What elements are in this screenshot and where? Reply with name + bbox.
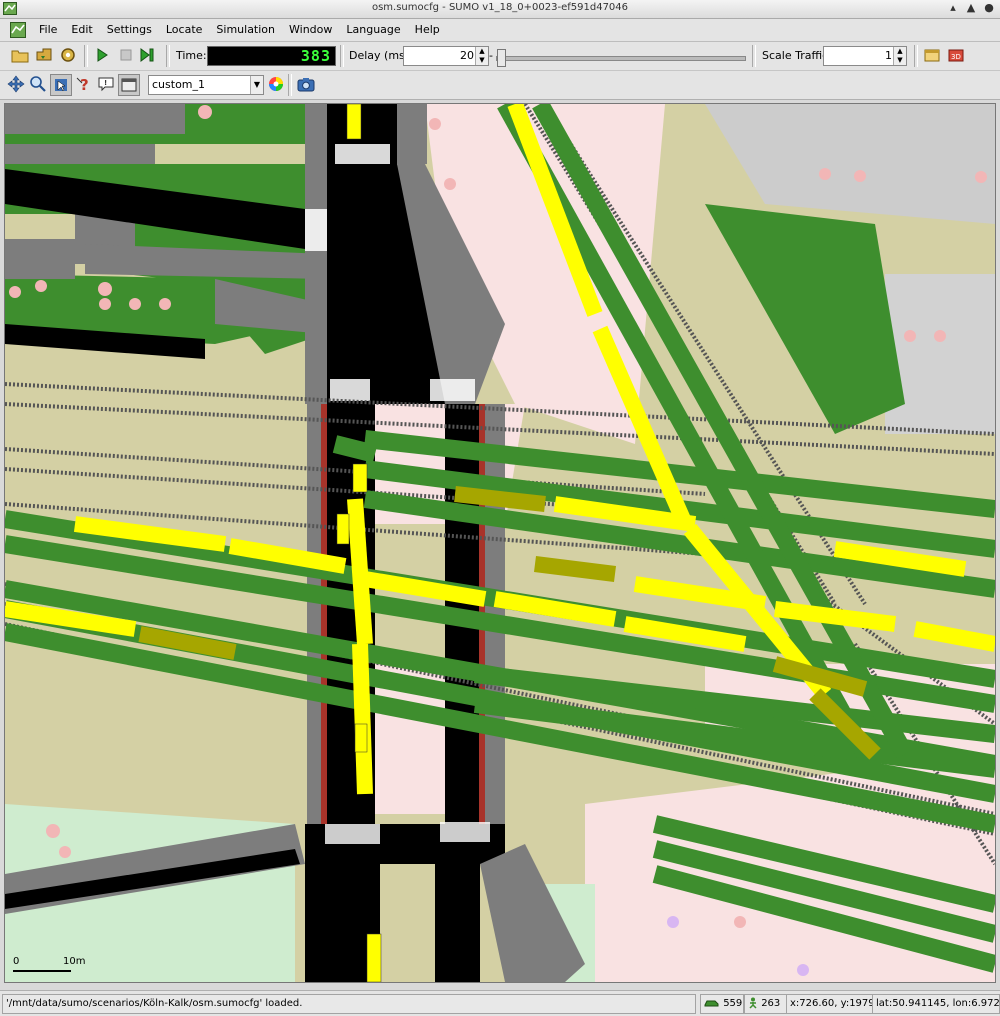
color-scheme-combo[interactable]: custom_1 ▼ [148, 75, 264, 95]
new-3d-view-icon[interactable]: 3D [946, 45, 966, 65]
recenter-icon[interactable] [6, 74, 26, 94]
menu-simulation[interactable]: Simulation [209, 19, 282, 41]
stop-button[interactable] [116, 45, 136, 65]
time-display: 383 [207, 46, 336, 66]
person-count: 263 [761, 998, 781, 1009]
delay-spinner[interactable]: 20 ▲ ▼ [403, 46, 489, 66]
scale-spin-arrows[interactable]: ▲ ▼ [893, 47, 906, 65]
scale-traffic-spinner[interactable]: 1 ▲ ▼ [823, 46, 907, 66]
new-view-icon[interactable] [922, 45, 942, 65]
minimize-button[interactable]: ▴ [946, 1, 960, 15]
menu-locate[interactable]: Locate [159, 19, 210, 41]
latlon-coordinates: lat:50.941145, lon:6.972891 [872, 994, 1000, 1014]
color-scheme-value: custom_1 [152, 78, 206, 91]
window-title: osm.sumocfg - SUMO v1_18_0+0023-ef591d47… [371, 2, 629, 13]
time-value: 383 [300, 47, 331, 65]
zoom-search-icon[interactable] [28, 74, 48, 94]
delay-spin-arrows[interactable]: ▲ ▼ [475, 47, 488, 65]
scale-traffic-value: 1 [885, 49, 892, 62]
car-icon [704, 1000, 719, 1007]
screenshot-camera-icon[interactable] [296, 74, 316, 94]
person-count-box[interactable]: 263 [744, 994, 788, 1014]
maximize-button[interactable]: ▲ [964, 1, 978, 15]
color-wheel-icon[interactable] [266, 74, 286, 94]
menu-file[interactable]: File [32, 19, 64, 41]
menu-bar-toggle-icon[interactable] [118, 74, 140, 96]
delay-slider-thumb[interactable] [497, 49, 506, 67]
open-folder-icon[interactable] [10, 45, 30, 65]
close-button[interactable]: ● [982, 1, 996, 15]
svg-text:3D: 3D [951, 53, 961, 61]
run-button[interactable] [92, 45, 112, 65]
inspect-question-icon[interactable]: ? [74, 74, 94, 94]
status-bar: '/mnt/data/sumo/scenarios/Köln-Kalk/osm.… [0, 990, 1000, 1016]
delay-value: 20 [460, 49, 474, 62]
svg-text:?: ? [80, 76, 89, 93]
delay-slider-track[interactable] [496, 56, 746, 61]
status-message: '/mnt/data/sumo/scenarios/Köln-Kalk/osm.… [2, 994, 696, 1014]
vehicle-count: 559 [723, 998, 743, 1009]
person-icon [749, 997, 757, 1009]
simulation-map-view[interactable]: 0 10m [4, 103, 996, 983]
menu-window[interactable]: Window [282, 19, 339, 41]
chevron-down-icon[interactable]: ▼ [250, 76, 263, 94]
sumo-menu-icon[interactable] [10, 22, 26, 38]
xy-coordinates: x:726.60, y:1979.42 [786, 994, 891, 1014]
reload-icon[interactable] [34, 45, 54, 65]
time-label: Time: [176, 49, 207, 62]
scale-zero-label: 0 [13, 956, 20, 967]
menu-bar: File Edit Settings Locate Simulation Win… [0, 19, 1000, 42]
gear-reload-icon[interactable] [58, 45, 78, 65]
menu-language[interactable]: Language [339, 19, 407, 41]
menu-edit[interactable]: Edit [64, 19, 99, 41]
menu-help[interactable]: Help [408, 19, 447, 41]
scale-ten-label: 10m [63, 956, 86, 967]
svg-text:!: ! [104, 79, 107, 87]
select-cursor-icon[interactable] [50, 74, 72, 96]
step-button[interactable] [138, 45, 158, 65]
map-scale-bar: 0 10m [13, 956, 85, 976]
title-bar: osm.sumocfg - SUMO v1_18_0+0023-ef591d47… [0, 0, 1000, 19]
vehicle-count-box[interactable]: 559 [700, 994, 744, 1014]
tooltip-bubble-icon[interactable]: ! [96, 74, 116, 94]
scale-traffic-label: Scale Traffic: [762, 49, 832, 62]
map-canvas[interactable] [5, 104, 995, 982]
menu-settings[interactable]: Settings [100, 19, 159, 41]
